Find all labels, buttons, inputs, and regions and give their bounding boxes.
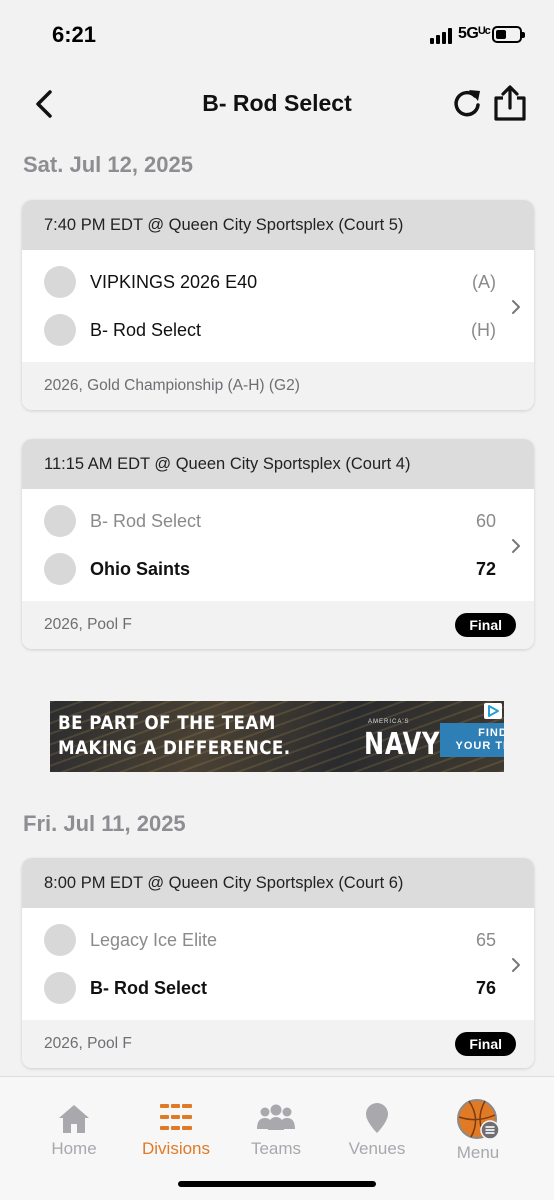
game-time-venue: 8:00 PM EDT @ Queen City Sportsplex (Cou… [22, 858, 534, 908]
game-time-venue: 7:40 PM EDT @ Queen City Sportsplex (Cou… [22, 200, 534, 250]
ad-brand: NAVY [364, 727, 441, 762]
game-division: 2026, Pool F Final [22, 1020, 534, 1068]
game-time-venue: 11:15 AM EDT @ Queen City Sportsplex (Co… [22, 439, 534, 489]
refresh-icon [454, 90, 480, 117]
tab-label: Menu [456, 1143, 500, 1162]
team-row: B- Rod Select 60 [22, 497, 534, 545]
game-division: 2026, Pool F Final [22, 601, 534, 649]
basketball-menu-icon [457, 1099, 500, 1140]
chevron-right-icon [512, 539, 520, 553]
chevron-right-icon [512, 300, 520, 314]
tab-teams[interactable]: Teams [226, 1097, 326, 1159]
status-time: 6:21 [52, 22, 97, 47]
share-icon [494, 85, 526, 121]
cellular-signal-icon [430, 28, 454, 44]
battery-icon [492, 26, 525, 43]
game-card[interactable]: 8:00 PM EDT @ Queen City Sportsplex (Cou… [22, 858, 534, 1068]
team-name: B- Rod Select [90, 319, 202, 340]
team-designation: (H) [471, 319, 496, 340]
game-teams: B- Rod Select 60 Ohio Saints 72 [22, 489, 534, 601]
team-designation: (A) [472, 271, 496, 292]
game-card[interactable]: 7:40 PM EDT @ Queen City Sportsplex (Cou… [22, 200, 534, 410]
team-score: 72 [475, 558, 496, 579]
divisions-list-icon [160, 1104, 192, 1130]
tab-label: Home [51, 1139, 97, 1158]
home-indicator[interactable] [178, 1181, 376, 1187]
date-heading: Fri. Jul 11, 2025 [23, 811, 186, 836]
team-row: B- Rod Select 76 [22, 964, 534, 1012]
status-bar: 6:21 5Gᵁᶜ [0, 0, 554, 70]
ad-line-1: BE PART OF THE TEAM [58, 712, 276, 734]
game-card[interactable]: 11:15 AM EDT @ Queen City Sportsplex (Co… [22, 439, 534, 649]
ad-cta-button[interactable]: FIND YOUR TEAM [440, 723, 504, 757]
game-teams: Legacy Ice Elite 65 B- Rod Select 76 [22, 908, 534, 1020]
division-label: 2026, Gold Championship (A-H) (G2) [44, 377, 300, 394]
tab-divisions[interactable]: Divisions [126, 1097, 226, 1159]
ad-brand-small: AMERICA'S [368, 719, 410, 725]
team-name: VIPKINGS 2026 E40 [90, 271, 258, 292]
team-row: VIPKINGS 2026 E40 (A) [22, 258, 534, 306]
ad-cta-line-2: YOUR TEAM [455, 740, 505, 752]
team-name: Legacy Ice Elite [90, 929, 218, 950]
team-name: B- Rod Select [90, 510, 202, 531]
division-label: 2026, Pool F [44, 1035, 132, 1052]
team-score: 65 [475, 929, 496, 950]
game-teams: VIPKINGS 2026 E40 (A) B- Rod Select (H) [22, 250, 534, 362]
tab-label: Divisions [141, 1139, 211, 1158]
tab-menu[interactable]: Menu [428, 1097, 528, 1163]
team-logo [44, 314, 76, 346]
network-type: 5Gᵁᶜ [458, 25, 491, 42]
tab-home[interactable]: Home [24, 1097, 124, 1159]
team-row: B- Rod Select (H) [22, 306, 534, 354]
ad-banner[interactable]: BE PART OF THE TEAM MAKING A DIFFERENCE.… [50, 701, 504, 772]
division-label: 2026, Pool F [44, 616, 132, 633]
team-logo [44, 924, 76, 956]
nav-header: B- Rod Select [0, 78, 554, 130]
ad-line-2: MAKING A DIFFERENCE. [58, 737, 291, 759]
teams-icon [257, 1104, 295, 1130]
team-row: Ohio Saints 72 [22, 545, 534, 593]
team-name: B- Rod Select [90, 977, 208, 998]
team-logo [44, 505, 76, 537]
team-logo [44, 266, 76, 298]
map-pin-icon [366, 1103, 388, 1133]
team-logo [44, 972, 76, 1004]
date-heading: Sat. Jul 12, 2025 [23, 152, 193, 177]
team-logo [44, 553, 76, 585]
team-row: Legacy Ice Elite 65 [22, 916, 534, 964]
team-score: 60 [475, 510, 496, 531]
ad-cta-line-1: FIND [478, 727, 504, 739]
game-division: 2026, Gold Championship (A-H) (G2) [22, 362, 534, 410]
team-score: 76 [475, 977, 496, 998]
share-button[interactable] [492, 84, 528, 122]
tab-label: Teams [250, 1139, 302, 1158]
tab-venues[interactable]: Venues [327, 1097, 427, 1159]
team-name: Ohio Saints [90, 558, 191, 579]
refresh-button[interactable] [450, 86, 484, 120]
ad-headline: BE PART OF THE TEAM MAKING A DIFFERENCE. [58, 711, 291, 761]
home-icon [59, 1105, 89, 1133]
status-badge: Final [455, 613, 516, 637]
chevron-right-icon [512, 958, 520, 972]
tab-label: Venues [348, 1139, 406, 1158]
ad-choices-icon[interactable] [484, 703, 502, 719]
status-badge: Final [455, 1032, 516, 1056]
